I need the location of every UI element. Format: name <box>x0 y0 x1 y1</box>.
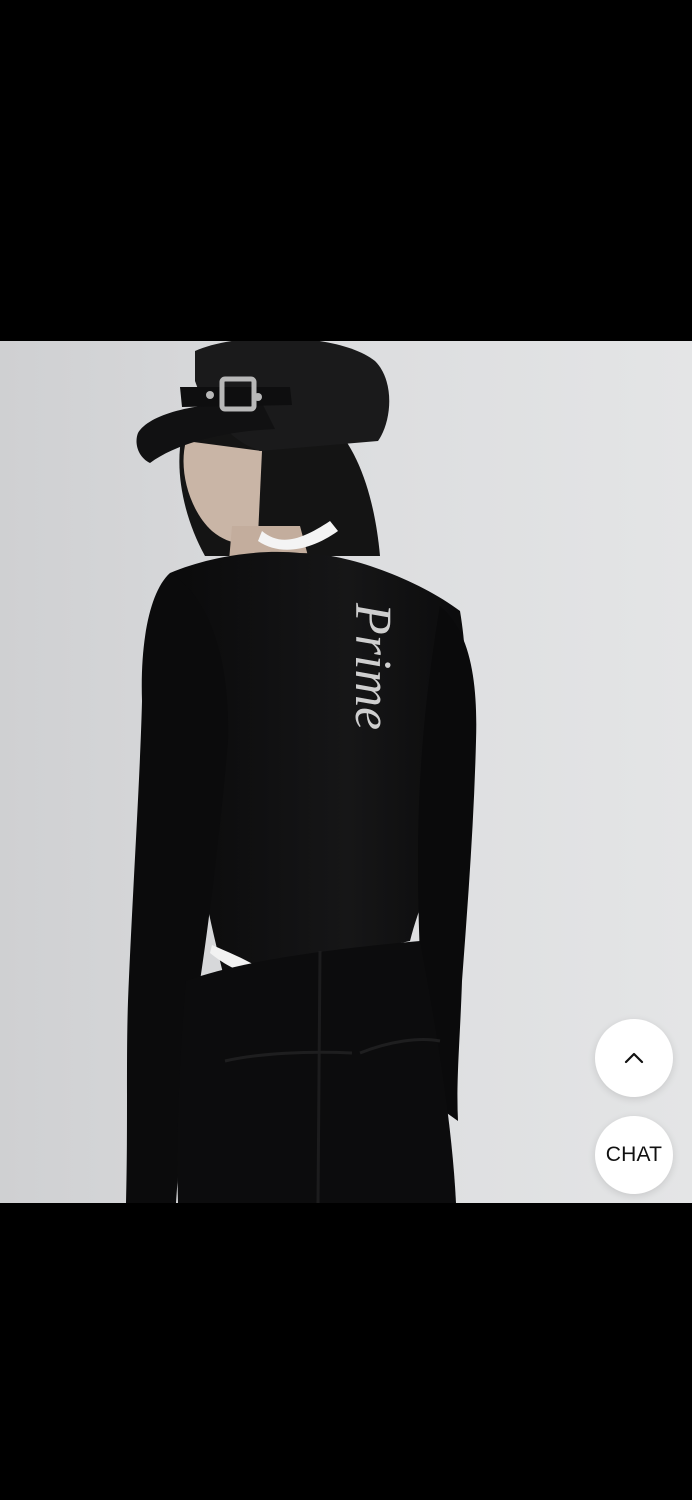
product-photo-illustration: Prime <box>0 341 692 1203</box>
hat-band <box>180 387 292 407</box>
screen: Prime CHAT <box>0 0 692 1500</box>
chevron-up-icon <box>624 1052 644 1064</box>
hat-eyelet-left <box>206 391 214 399</box>
chat-button-label: CHAT <box>605 1143 663 1166</box>
shirt-print-text: Prime <box>344 602 401 730</box>
pants-seam <box>316 950 322 1203</box>
pants <box>177 941 456 1203</box>
hat-eyelet-right <box>254 393 262 401</box>
product-image[interactable]: Prime <box>0 341 692 1203</box>
scroll-top-button[interactable] <box>595 1019 673 1097</box>
chat-button[interactable]: CHAT <box>595 1116 673 1194</box>
